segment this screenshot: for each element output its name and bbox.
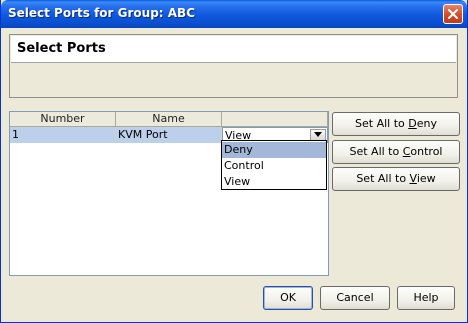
ok-button[interactable]: OK [263,286,313,310]
access-dropdown-list[interactable]: Deny Control View [221,140,327,190]
header-panel: Select Ports [9,34,458,98]
close-icon [448,9,458,19]
set-all-view-label-key: V [409,172,417,185]
dropdown-option-view[interactable]: View [222,174,326,190]
set-all-control-label-pre: Set All to [349,145,403,158]
header-title-area: Select Ports [11,36,456,63]
help-button[interactable]: Help [397,286,455,310]
column-header-name[interactable]: Name [116,112,222,127]
set-all-control-label-post: ontrol [410,145,443,158]
set-all-deny-label-key: D [408,117,417,130]
set-all-deny-button[interactable]: Set All to Deny [332,112,460,136]
cell-port-name[interactable]: KVM Port [116,127,222,143]
column-header-access[interactable] [222,112,328,127]
title-bar[interactable]: Select Ports for Group: ABC [1,0,467,28]
close-button[interactable] [443,4,463,24]
set-all-control-button[interactable]: Set All to Control [332,140,460,164]
dropdown-option-control[interactable]: Control [222,158,326,174]
set-all-view-label-post: iew [416,172,436,185]
cancel-button[interactable]: Cancel [320,286,390,310]
cell-port-number[interactable]: 1 [10,127,116,143]
window-title: Select Ports for Group: ABC [8,6,195,20]
header-title: Select Ports [17,41,106,56]
set-all-view-button[interactable]: Set All to View [332,167,460,191]
set-all-deny-label-post: eny [416,117,437,130]
column-header-number[interactable]: Number [10,112,116,127]
set-all-view-label-pre: Set All to [356,172,410,185]
dialog-window: Select Ports for Group: ABC Select Ports… [0,0,468,323]
ports-table[interactable]: Number Name 1 KVM Port View [9,111,329,276]
dropdown-option-deny[interactable]: Deny [222,142,326,158]
set-all-deny-label-pre: Set All to [355,117,409,130]
chevron-down-icon [314,132,322,137]
